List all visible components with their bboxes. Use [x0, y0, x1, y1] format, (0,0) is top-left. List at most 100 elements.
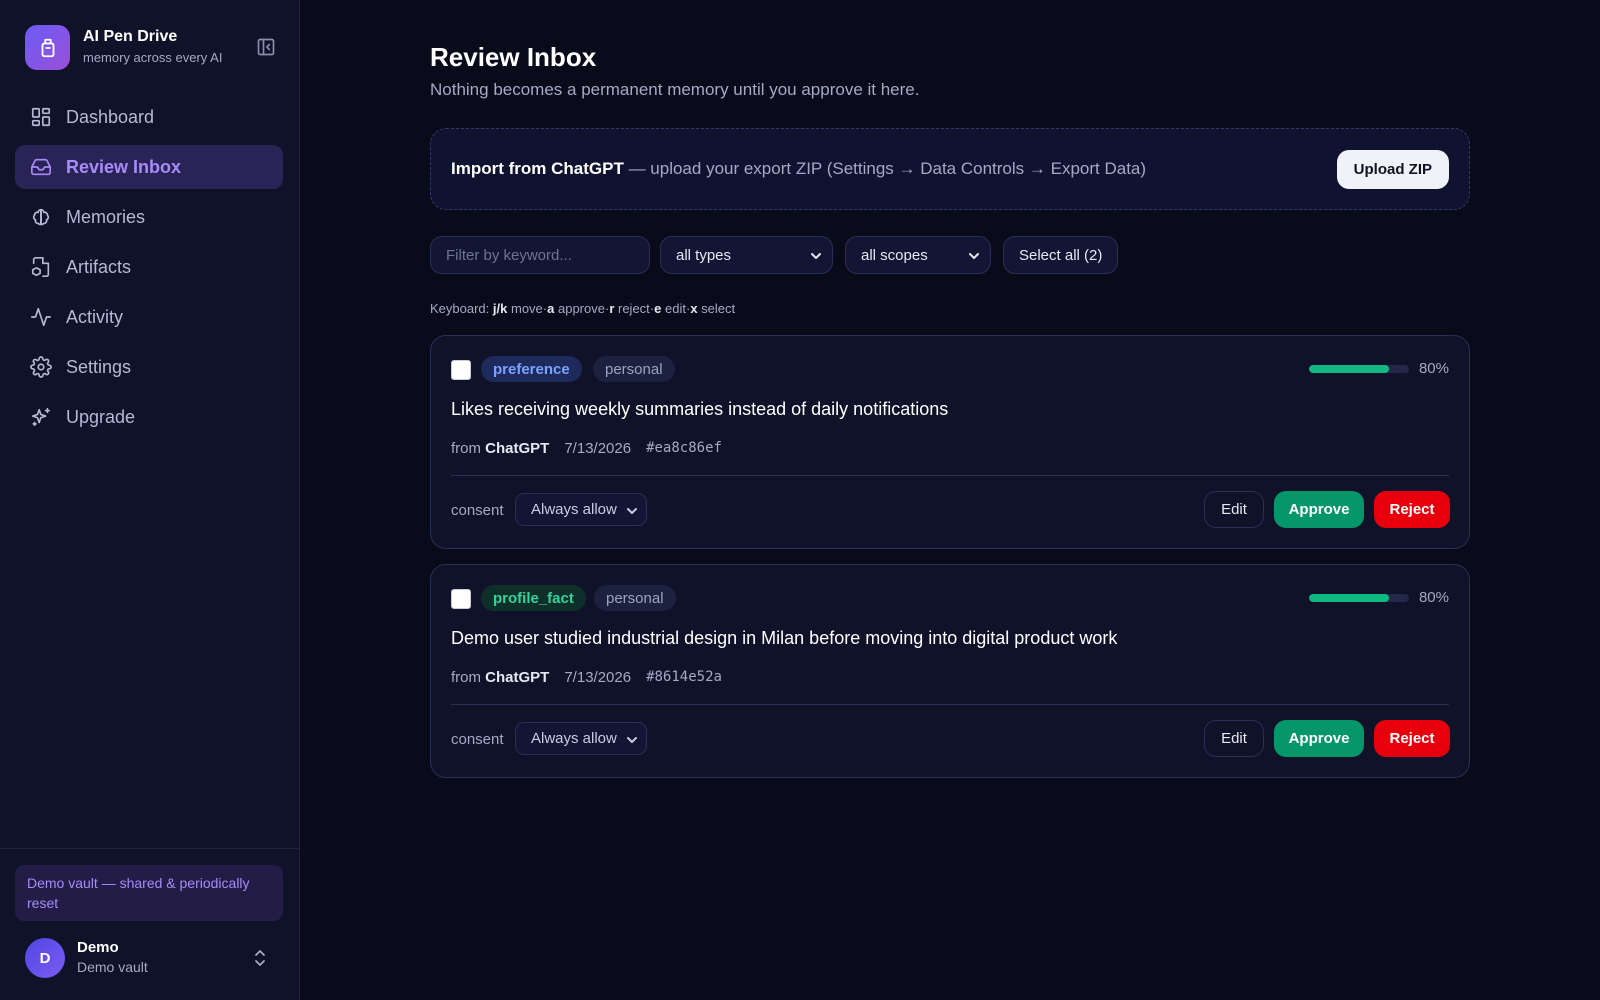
import-title: Import from ChatGPT: [451, 159, 624, 178]
shortcut-key: j/k: [492, 301, 508, 316]
consent-label: consent: [451, 502, 504, 519]
scope-filter-select[interactable]: all scopes: [845, 236, 991, 274]
source-name: ChatGPT: [485, 440, 550, 457]
shortcut-action: select: [701, 301, 736, 316]
review-card: profile_fact personal 80% Demo user stud…: [430, 564, 1470, 778]
source-info: from ChatGPT: [451, 440, 549, 457]
sidebar-item-label: Activity: [66, 306, 124, 327]
shortcut-action: reject: [618, 301, 650, 316]
sidebar-item-label: Upgrade: [66, 406, 136, 427]
select-all-button[interactable]: Select all (2): [1003, 236, 1119, 274]
shortcut-key: r: [609, 301, 615, 316]
card-divider: [451, 704, 1449, 705]
memory-text: Demo user studied industrial design in M…: [451, 628, 1118, 648]
memory-hash: #8614e52a: [646, 669, 722, 685]
page-title: Review Inbox: [430, 42, 597, 72]
brand-title: AI Pen Drive: [83, 28, 178, 45]
panel-collapse-icon: [257, 38, 275, 56]
upload-zip-button[interactable]: Upload ZIP: [1336, 150, 1449, 189]
shortcut-key: a: [547, 301, 555, 316]
import-description: Import from ChatGPT — upload your export…: [451, 159, 1146, 179]
memory-type-tag: preference: [481, 356, 582, 382]
chevron-down-icon: [627, 508, 637, 514]
source-info: from ChatGPT: [451, 669, 549, 686]
sidebar-item-settings[interactable]: Settings: [15, 345, 283, 389]
shortcut-action: move: [510, 301, 543, 316]
dashboard-icon: [30, 106, 52, 128]
chevrons-up-down-icon: [253, 948, 267, 968]
sidebar: AI Pen Drive memory across every AI Dash…: [0, 0, 300, 1000]
consent-label: consent: [451, 731, 504, 748]
from-label: from: [451, 440, 481, 457]
chevron-down-icon: [811, 253, 821, 259]
memory-date: 7/13/2026: [564, 669, 632, 686]
type-filter-value: all types: [676, 246, 732, 264]
sidebar-footer: Demo vault — shared & periodically reset…: [0, 848, 300, 1000]
memory-meta: from ChatGPT 7/13/2026 #ea8c86ef: [451, 440, 722, 457]
card-divider: [451, 475, 1449, 476]
confidence-label: 80%: [1418, 360, 1449, 377]
consent-value: Always allow: [531, 730, 617, 747]
sidebar-item-label: Artifacts: [66, 256, 132, 277]
sidebar-item-upgrade[interactable]: Upgrade: [15, 395, 283, 439]
brain-icon: [30, 206, 52, 228]
activity-icon: [30, 306, 52, 328]
user-switcher[interactable]: D Demo Demo vault: [25, 937, 280, 979]
review-card: preference personal 80% Likes receiving …: [430, 335, 1470, 549]
approve-button[interactable]: Approve: [1274, 720, 1364, 757]
edit-button[interactable]: Edit: [1204, 720, 1264, 757]
keyboard-shortcuts-hint: Keyboard: j/k move·a approve·r reject·e …: [430, 301, 736, 316]
scope-tag: personal: [594, 585, 676, 611]
reject-button[interactable]: Reject: [1374, 491, 1450, 528]
page-subtitle: Nothing becomes a permanent memory until…: [430, 80, 920, 99]
shortcut-action: approve: [557, 301, 605, 316]
pen-drive-icon: [41, 38, 54, 57]
chevron-down-icon: [627, 737, 637, 743]
scope-tag: personal: [593, 356, 675, 382]
sidebar-item-artifacts[interactable]: Artifacts: [15, 245, 283, 289]
confidence-fill: [1309, 365, 1389, 373]
file-box-icon: [30, 256, 52, 278]
sidebar-item-label: Memories: [66, 206, 146, 227]
brand: AI Pen Drive memory across every AI: [25, 25, 280, 71]
consent-value: Always allow: [531, 501, 617, 518]
sidebar-item-dashboard[interactable]: Dashboard: [15, 95, 283, 139]
confidence-bar: [1309, 594, 1409, 602]
brand-logo: [25, 25, 70, 70]
shortcut-action: edit: [665, 301, 686, 316]
keyword-filter-input[interactable]: [430, 236, 650, 274]
sidebar-nav: Dashboard Review Inbox Memories Artifact…: [15, 95, 283, 445]
consent-select[interactable]: Always allow: [515, 722, 647, 755]
memory-meta: from ChatGPT 7/13/2026 #8614e52a: [451, 669, 722, 686]
user-name: Demo: [77, 939, 119, 956]
shortcut-key: x: [690, 301, 698, 316]
user-vault: Demo vault: [77, 959, 148, 975]
card-select-checkbox[interactable]: [451, 360, 471, 380]
edit-button[interactable]: Edit: [1204, 491, 1264, 528]
sidebar-item-review-inbox[interactable]: Review Inbox: [15, 145, 283, 189]
memory-text: Likes receiving weekly summaries instead…: [451, 399, 949, 419]
memory-date: 7/13/2026: [564, 440, 632, 457]
confidence-fill: [1309, 594, 1389, 602]
scope-filter-value: all scopes: [861, 246, 928, 264]
sidebar-item-label: Settings: [66, 356, 132, 377]
memory-hash: #ea8c86ef: [646, 440, 722, 456]
shortcut-key: e: [654, 301, 662, 316]
sidebar-item-label: Dashboard: [66, 106, 155, 127]
consent-select[interactable]: Always allow: [515, 493, 647, 526]
demo-vault-banner: Demo vault — shared & periodically reset: [15, 865, 283, 921]
approve-button[interactable]: Approve: [1274, 491, 1364, 528]
import-instructions: — upload your export ZIP (Settings → Dat…: [623, 159, 1147, 178]
inbox-icon: [30, 156, 52, 178]
chevron-down-icon: [969, 253, 979, 259]
review-card-list: preference personal 80% Likes receiving …: [430, 335, 1470, 793]
import-chatgpt-panel: Import from ChatGPT — upload your export…: [430, 128, 1470, 210]
reject-button[interactable]: Reject: [1374, 720, 1450, 757]
type-filter-select[interactable]: all types: [660, 236, 833, 274]
avatar: D: [25, 938, 65, 978]
sidebar-collapse-button[interactable]: [256, 37, 276, 57]
sidebar-item-label: Review Inbox: [66, 156, 182, 177]
card-select-checkbox[interactable]: [451, 589, 471, 609]
sidebar-item-activity[interactable]: Activity: [15, 295, 283, 339]
sidebar-item-memories[interactable]: Memories: [15, 195, 283, 239]
